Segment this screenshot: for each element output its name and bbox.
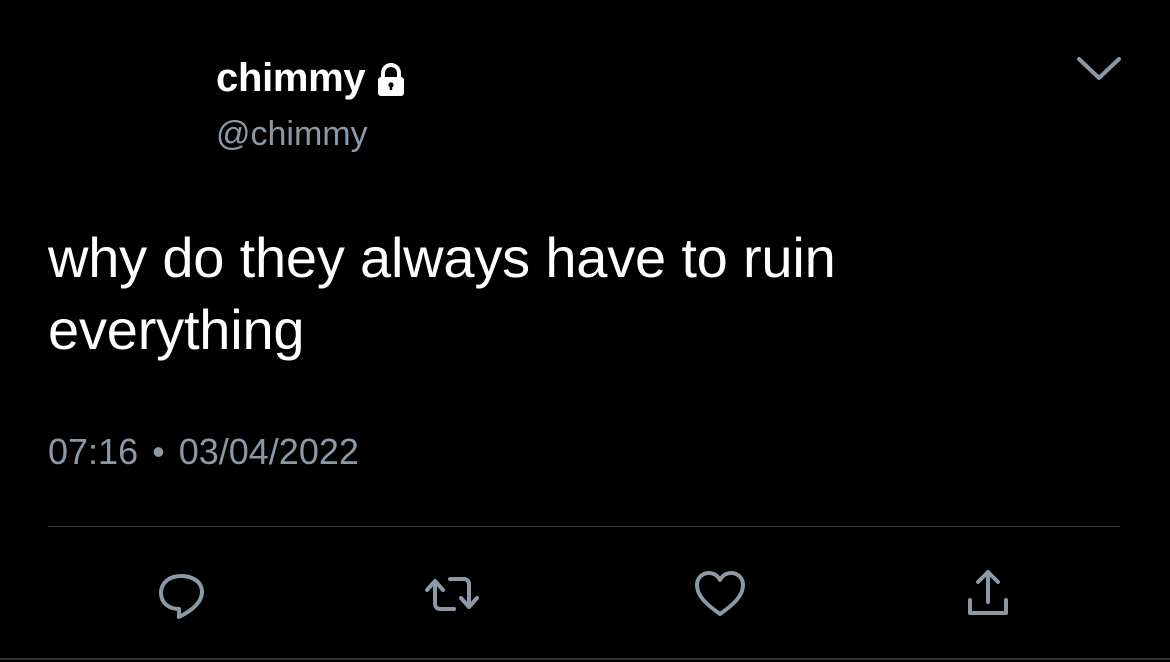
reply-button[interactable] (154, 566, 210, 622)
separator-dot: • (152, 431, 165, 472)
heart-icon (692, 566, 748, 622)
divider (48, 526, 1120, 527)
display-name[interactable]: chimmy (216, 52, 366, 104)
tweet-text: why do they always have to ruin everythi… (48, 222, 1128, 366)
retweet-icon (424, 566, 480, 622)
share-button[interactable] (960, 566, 1016, 622)
name-row: chimmy (216, 52, 411, 104)
chevron-down-icon[interactable] (1074, 50, 1124, 90)
share-icon (960, 566, 1016, 622)
tweet-text-line: everything (48, 298, 305, 361)
user-handle[interactable]: @chimmy (216, 112, 411, 156)
lock-icon (371, 60, 411, 100)
bottom-border (0, 658, 1170, 660)
reply-icon (154, 566, 210, 622)
retweet-button[interactable] (424, 566, 480, 622)
tweet-timestamp[interactable]: 07:16 • 03/04/2022 (48, 428, 359, 476)
tweet-date: 03/04/2022 (178, 431, 359, 472)
like-button[interactable] (692, 566, 748, 622)
tweet-text-line: why do they always have to ruin (48, 226, 836, 289)
tweet-header: chimmy @chimmy (216, 52, 411, 156)
tweet-time: 07:16 (48, 431, 139, 472)
